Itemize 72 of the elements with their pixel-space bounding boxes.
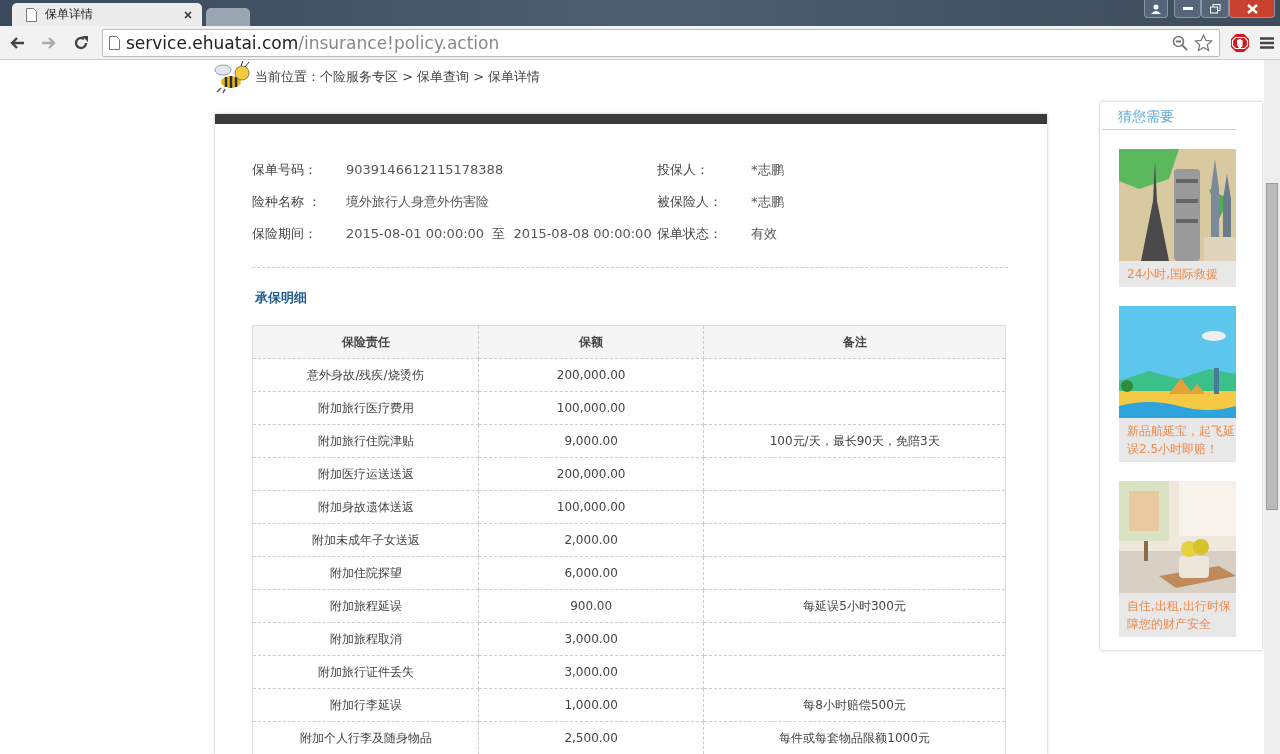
table-cell: 附加旅程延误 [252,589,479,623]
promo-link[interactable]: 24小时,国际救援 [1119,261,1236,287]
table-cell: 3,000.00 [478,655,704,689]
column-header: 保额 [478,325,704,359]
stop-hand-icon[interactable] [1230,32,1250,53]
minimize-icon [1182,6,1193,11]
field-label: 险种名称 ： [252,193,323,211]
table-cell: 每8小时赔偿500元 [703,688,1006,722]
table-cell: 100元/天，最长90天，免陪3天 [703,424,1006,458]
user-button[interactable] [1144,0,1168,18]
restore-icon [1209,3,1221,14]
field-label: 保险期间： [252,225,318,243]
scroll-thumb[interactable] [1266,183,1278,510]
field-label: 投保人： [657,161,710,179]
table-cell: 3,000.00 [478,622,704,656]
field-value: 2015-08-01 00:00:00 至 2015-08-08 00:00:00 [346,225,653,243]
table-cell: 6,000.00 [478,556,704,590]
breadcrumb: 当前位置：个险服务专区 > 保单查询 > 保单详情 [255,68,541,86]
field-label: 保单状态： [657,225,723,243]
address-field[interactable]: service.ehuatai.com/insurance!policy.action [102,28,1220,57]
table-cell: 附加住院探望 [252,556,479,590]
scrollbar[interactable] [1264,60,1280,754]
table-cell: 附加医疗运送送返 [252,457,479,491]
table-cell: 2,000.00 [478,523,704,557]
minimize-button[interactable] [1174,0,1201,18]
field-value: *志鹏 [751,193,785,211]
section-title: 承保明细 [255,289,307,307]
user-icon [1151,3,1161,14]
table-cell: 2,500.00 [478,721,704,754]
field-value: 有效 [751,225,778,243]
maximize-button[interactable] [1201,0,1229,18]
reload-icon [73,34,89,51]
close-button[interactable] [1229,0,1275,18]
column-header: 备注 [703,325,1006,359]
page-icon [26,7,37,22]
column-header: 保险责任 [252,325,479,359]
table-cell: 100,000.00 [478,490,704,524]
field-value: 境外旅行人身意外伤害险 [346,193,490,211]
field-label: 被保险人： [657,193,723,211]
table-cell: 900.00 [478,589,704,623]
table-cell: 每延误5小时300元 [703,589,1006,623]
zoom-icon[interactable] [1172,34,1188,51]
table-cell: 附加旅行证件丢失 [252,655,479,689]
field-value: *志鹏 [751,161,785,179]
table-cell: 附加身故遗体送返 [252,490,479,524]
table-cell: 1,000.00 [478,688,704,722]
table-cell: 200,000.00 [478,457,704,491]
bee-icon [213,60,251,94]
promo-link[interactable]: 新品航延宝，起飞延误2.5小时即赔！ [1119,418,1236,462]
close-icon [1246,3,1258,14]
table-cell: 附加未成年子女送返 [252,523,479,557]
table-cell: 附加个人行李及随身物品 [252,721,479,754]
field-label: 保单号码： [252,161,318,179]
forward-arrow-icon [41,35,57,50]
table-cell: 意外身故/残疾/烧烫伤 [252,358,479,392]
field-value: 9039146612115178388 [346,161,505,179]
back-arrow-icon [9,35,25,50]
table-cell: 附加旅行住院津贴 [252,424,479,458]
star-icon[interactable] [1194,33,1213,52]
close-icon[interactable] [184,10,192,19]
table-cell: 附加行李延误 [252,688,479,722]
table-cell: 附加旅程取消 [252,622,479,656]
panel-title: 猜您需要 [1102,102,1236,130]
table-cell: 每件或每套物品限额1000元 [703,721,1006,754]
table-cell: 9,000.00 [478,424,704,458]
table-cell: 100,000.00 [478,391,704,425]
promo-link[interactable]: 自住,出租,出行时保障您的财产安全 [1119,593,1236,637]
table-cell: 附加旅行医疗费用 [252,391,479,425]
menu-icon[interactable] [1260,36,1274,49]
table-cell: 200,000.00 [478,358,704,392]
browser-tab[interactable]: 保单详情 [12,3,202,26]
page-icon [109,35,120,50]
